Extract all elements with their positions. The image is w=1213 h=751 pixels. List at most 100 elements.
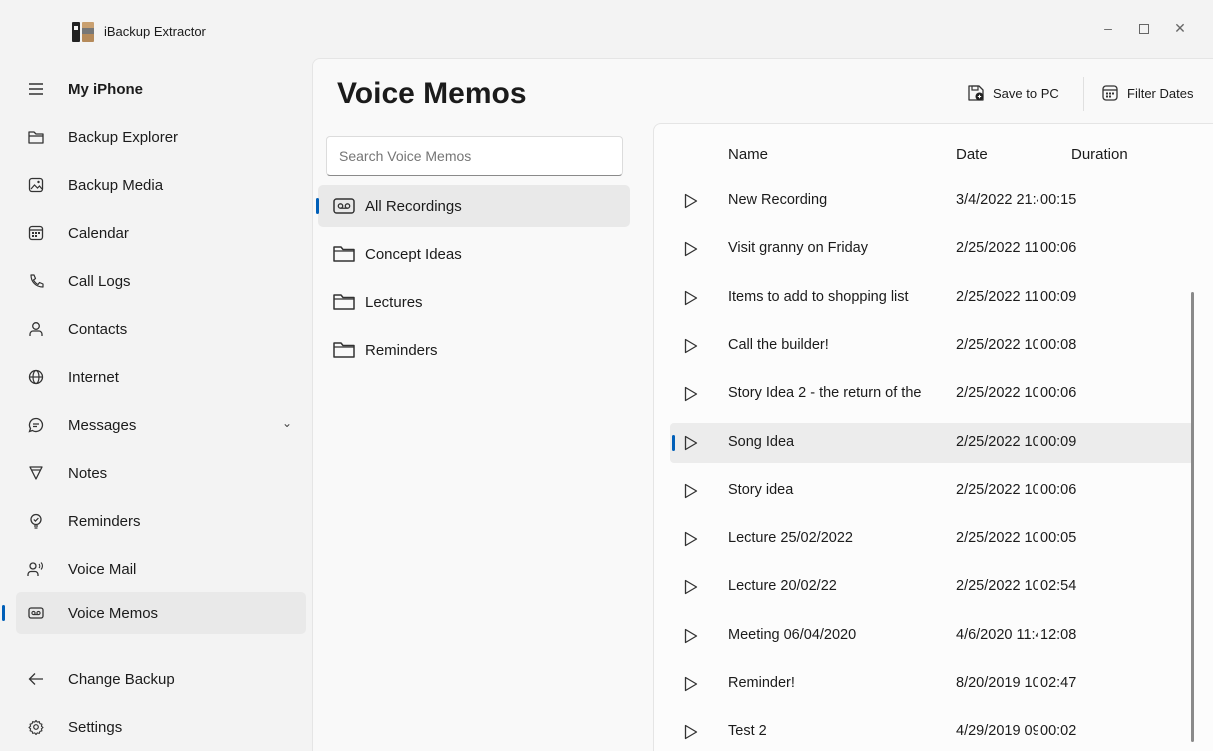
play-icon[interactable] — [684, 290, 698, 306]
table-row[interactable]: Lecture 25/02/2022 2/25/2022 10:500:05 — [670, 519, 1194, 559]
recording-date: 2/25/2022 10:5 — [956, 530, 1038, 547]
save-to-pc-button[interactable]: Save to PC — [967, 77, 1059, 109]
recording-name: Story idea — [728, 481, 794, 498]
close-button[interactable]: ✕ — [1162, 16, 1198, 40]
recording-duration: 02:47 — [1040, 675, 1077, 691]
folder-item-lectures[interactable]: Lectures — [318, 281, 630, 323]
nav-item-contacts[interactable]: Contacts — [16, 308, 306, 350]
recording-name: Visit granny on Friday — [728, 240, 868, 257]
calendar-filter-icon — [1102, 85, 1118, 101]
table-row[interactable]: Meeting 06/04/2020 4/6/2020 11:4512:08 — [670, 616, 1194, 656]
play-icon[interactable] — [684, 386, 698, 402]
recording-date: 2/25/2022 10:5 — [956, 481, 1038, 498]
recording-date: 8/20/2019 10:1 — [956, 675, 1038, 691]
nav-item-voice-memos[interactable]: Voice Memos — [2, 592, 306, 634]
hamburger-icon[interactable] — [26, 79, 46, 99]
reminder-icon — [26, 511, 46, 531]
recording-duration: 00:05 — [1040, 530, 1077, 547]
recordings-table: Name Date Duration New Recording 3/4/2022… — [653, 123, 1213, 751]
nav-header-my-iphone[interactable]: My iPhone — [16, 68, 306, 110]
recording-name: Story Idea 2 - the return of the — [728, 385, 922, 402]
recording-duration: 12:08 — [1040, 626, 1077, 643]
calendar-icon — [26, 223, 46, 243]
folder-icon — [333, 294, 355, 310]
table-row[interactable]: Story idea 2/25/2022 10:500:06 — [670, 471, 1194, 511]
column-header-name[interactable]: Name — [728, 146, 768, 163]
recording-name: Items to add to shopping list — [728, 288, 909, 305]
notes-icon — [26, 463, 46, 483]
play-icon[interactable] — [684, 338, 698, 354]
folder-item-all-recordings[interactable]: All Recordings — [316, 185, 630, 227]
play-icon[interactable] — [684, 579, 698, 595]
nav-item-label: Voice Memos — [68, 605, 159, 622]
nav-item-label: Voice Mail — [68, 561, 137, 578]
play-icon[interactable] — [684, 676, 698, 692]
nav-item-voice-mail[interactable]: Voice Mail — [16, 548, 306, 590]
table-row[interactable]: Story Idea 2 - the return of the 2/25/202… — [670, 374, 1194, 414]
table-row[interactable]: Call the builder! 2/25/2022 10:500:08 — [670, 326, 1194, 366]
folder-icon — [333, 246, 355, 262]
play-icon[interactable] — [684, 241, 698, 257]
nav-item-reminders[interactable]: Reminders — [16, 500, 306, 542]
recording-name: Reminder! — [728, 675, 795, 691]
selection-indicator — [316, 198, 319, 214]
nav-item-internet[interactable]: Internet — [16, 356, 306, 398]
column-header-date[interactable]: Date — [956, 146, 988, 163]
play-icon[interactable] — [684, 531, 698, 547]
filter-dates-button[interactable]: Filter Dates — [1101, 77, 1193, 109]
table-row[interactable]: Items to add to shopping list 2/25/2022 1… — [670, 278, 1194, 318]
recording-duration: 00:08 — [1040, 336, 1077, 353]
minimize-button[interactable]: – — [1090, 16, 1126, 40]
nav-item-settings[interactable]: Settings — [16, 706, 306, 748]
recording-name: Call the builder! — [728, 336, 829, 353]
nav-item-calendar[interactable]: Calendar — [16, 212, 306, 254]
app-title: iBackup Extractor — [104, 24, 206, 39]
nav-item-messages[interactable]: Messages ⌄ — [16, 404, 306, 446]
table-row[interactable]: Lecture 20/02/22 2/25/2022 10:502:54 — [670, 567, 1194, 607]
play-icon[interactable] — [684, 483, 698, 499]
play-icon[interactable] — [684, 628, 698, 644]
folder-icon — [26, 127, 46, 147]
table-row[interactable]: New Recording 3/4/2022 21:4900:15 — [670, 181, 1194, 221]
nav-header-label: My iPhone — [68, 81, 144, 98]
nav-item-backup-explorer[interactable]: Backup Explorer — [16, 116, 306, 158]
person-icon — [26, 319, 46, 339]
app-logo-icon — [72, 20, 96, 42]
table-row[interactable]: Visit granny on Friday 2/25/2022 11:000:0… — [670, 229, 1194, 269]
play-icon[interactable] — [684, 193, 698, 209]
folder-item-label: Lectures — [365, 294, 423, 311]
arrow-left-icon — [26, 669, 46, 689]
gear-icon — [26, 717, 46, 737]
table-row[interactable]: Test 2 4/29/2019 09:300:02 — [670, 712, 1194, 751]
nav-item-label: Change Backup — [68, 671, 175, 688]
search-input[interactable] — [326, 136, 623, 176]
nav-item-label: Reminders — [68, 513, 141, 530]
folder-item-reminders[interactable]: Reminders — [318, 329, 630, 371]
folder-item-concept-ideas[interactable]: Concept Ideas — [318, 233, 630, 275]
toolbar-divider — [1083, 77, 1084, 111]
page-title: Voice Memos — [337, 77, 527, 110]
recording-duration: 00:09 — [1040, 288, 1077, 305]
recording-name: Lecture 25/02/2022 — [728, 530, 853, 547]
save-icon — [968, 85, 984, 101]
nav-item-backup-media[interactable]: Backup Media — [16, 164, 306, 206]
nav-item-notes[interactable]: Notes — [16, 452, 306, 494]
recording-date: 4/6/2020 11:45 — [956, 626, 1038, 643]
vertical-scrollbar[interactable] — [1191, 292, 1194, 742]
maximize-button[interactable] — [1126, 16, 1162, 40]
recording-duration: 00:02 — [1040, 723, 1077, 740]
recording-name: New Recording — [728, 192, 828, 208]
recording-duration: 00:06 — [1040, 240, 1077, 257]
table-row[interactable]: Song Idea 2/25/2022 10:500:09 — [670, 422, 1194, 463]
recording-date: 2/25/2022 10:5 — [956, 385, 1038, 402]
play-icon[interactable] — [684, 435, 698, 451]
recording-duration: 02:54 — [1040, 578, 1077, 595]
chevron-down-icon[interactable]: ⌄ — [282, 416, 292, 430]
nav-item-call-logs[interactable]: Call Logs — [16, 260, 306, 302]
table-row[interactable]: Reminder! 8/20/2019 10:102:47 — [670, 664, 1194, 704]
recording-date: 2/25/2022 10:5 — [956, 433, 1038, 450]
column-header-duration[interactable]: Duration — [1071, 146, 1128, 163]
folder-item-label: Concept Ideas — [365, 246, 462, 263]
nav-item-change-backup[interactable]: Change Backup — [16, 658, 306, 700]
play-icon[interactable] — [684, 724, 698, 740]
